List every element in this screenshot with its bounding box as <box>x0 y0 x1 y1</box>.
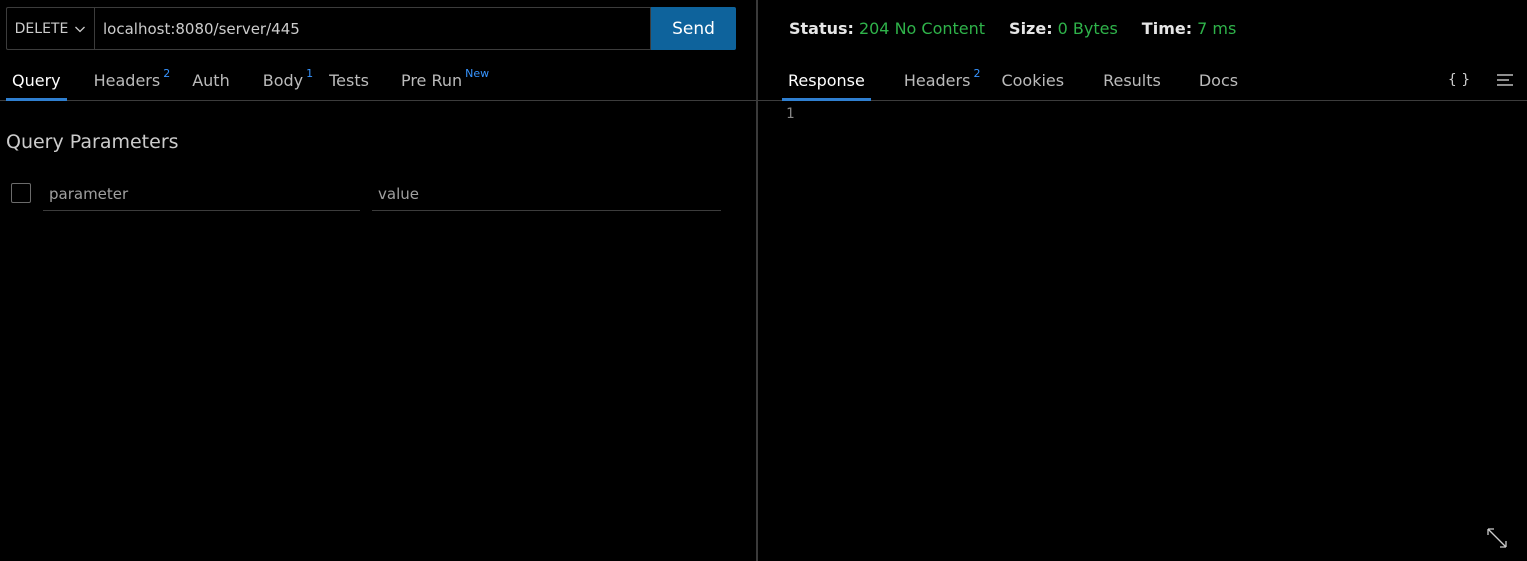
time-label: Time: <box>1141 19 1193 38</box>
tab-response-headers[interactable]: Headers 2 <box>898 60 987 100</box>
query-parameters-title: Query Parameters <box>6 131 179 153</box>
request-pane: DELETE Send Query Headers 2 Auth Body 1 <box>0 0 756 561</box>
status-value: 204 No Content <box>858 19 986 38</box>
response-pane: Status: 204 No Content Size: 0 Bytes Tim… <box>758 0 1527 561</box>
format-braces-icon[interactable]: { } <box>1447 60 1471 100</box>
response-body-editor[interactable]: 1 <box>758 101 1527 561</box>
line-number: 1 <box>786 106 795 122</box>
request-bar: DELETE Send <box>6 7 736 50</box>
tab-results[interactable]: Results <box>1097 60 1167 100</box>
tab-query-label: Query <box>12 70 61 90</box>
tab-response-headers-label: Headers <box>903 70 971 90</box>
method-label: DELETE <box>14 20 69 37</box>
tab-response[interactable]: Response <box>782 60 871 101</box>
app-root: DELETE Send Query Headers 2 Auth Body 1 <box>0 0 1527 561</box>
tab-pre-run[interactable]: Pre Run New <box>395 60 495 100</box>
tab-docs-label: Docs <box>1198 70 1239 90</box>
tab-body-label: Body <box>262 70 304 90</box>
status-label: Status: <box>789 19 854 38</box>
tab-headers-label: Headers <box>93 70 161 90</box>
menu-lines-glyph <box>1497 74 1513 86</box>
response-status-line: Status: 204 No Content Size: 0 Bytes Tim… <box>789 19 1236 38</box>
tab-response-label: Response <box>788 70 865 90</box>
size-value: 0 Bytes <box>1057 19 1118 38</box>
param-enabled-checkbox[interactable] <box>11 183 31 203</box>
tab-pre-run-label: Pre Run <box>400 70 463 90</box>
tab-query[interactable]: Query <box>6 60 67 101</box>
tab-cookies[interactable]: Cookies <box>995 60 1070 100</box>
method-select[interactable]: DELETE <box>6 7 94 50</box>
tab-tests-label: Tests <box>329 70 369 90</box>
tab-headers-badge: 2 <box>163 66 171 80</box>
param-value-input[interactable] <box>372 178 721 211</box>
time-stat: Time: 7 ms <box>1142 19 1237 38</box>
query-param-row <box>11 178 723 212</box>
tab-body[interactable]: Body 1 <box>257 60 319 100</box>
tab-pre-run-badge: New <box>465 66 490 80</box>
send-button[interactable]: Send <box>651 7 736 50</box>
tab-tests[interactable]: Tests <box>323 60 375 100</box>
expand-icon[interactable] <box>1485 526 1509 550</box>
param-name-input[interactable] <box>43 178 360 211</box>
chevron-down-icon <box>75 26 86 32</box>
time-value: 7 ms <box>1197 19 1237 38</box>
tab-headers[interactable]: Headers 2 <box>88 60 177 100</box>
tab-auth[interactable]: Auth <box>186 60 236 100</box>
status-stat: Status: 204 No Content <box>789 19 985 38</box>
tab-docs[interactable]: Docs <box>1193 60 1244 100</box>
size-stat: Size: 0 Bytes <box>1009 19 1118 38</box>
response-tabs: Response Headers 2 Cookies Results Docs … <box>758 60 1527 101</box>
tab-body-badge: 1 <box>306 66 314 80</box>
tab-results-label: Results <box>1103 70 1161 90</box>
size-label: Size: <box>1009 19 1053 38</box>
tab-auth-label: Auth <box>192 70 230 90</box>
request-tabs: Query Headers 2 Auth Body 1 Tests Pre Ru… <box>0 60 756 101</box>
tab-cookies-label: Cookies <box>1001 70 1065 90</box>
url-input[interactable] <box>94 7 651 50</box>
menu-lines-icon[interactable] <box>1493 60 1517 100</box>
tab-response-headers-badge: 2 <box>973 66 981 80</box>
